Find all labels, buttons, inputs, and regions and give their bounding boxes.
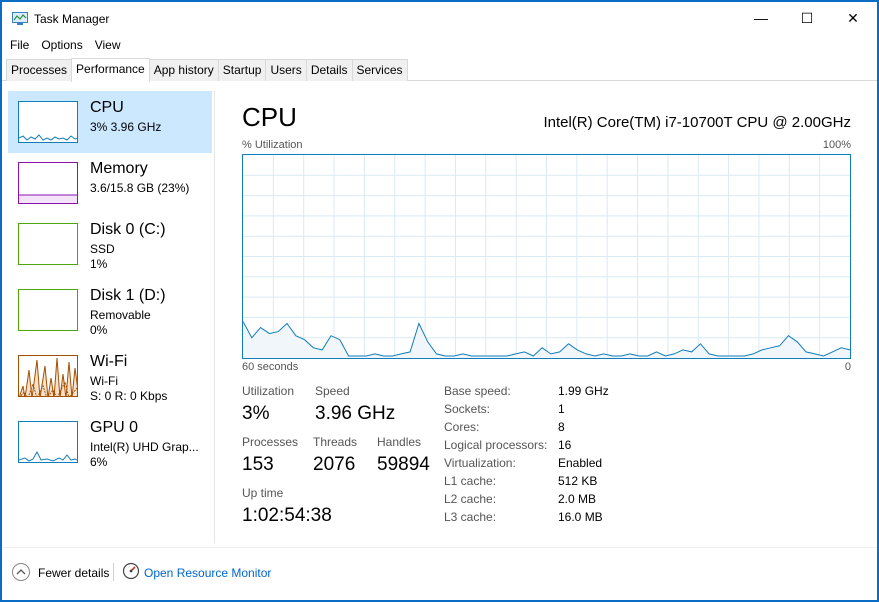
logical-processors-value: 16 [558, 438, 572, 452]
graph-x-right-label: 0 [844, 361, 851, 373]
utilization-value: 3% [242, 403, 270, 424]
sidebar-item-gpu-0[interactable]: GPU 0 Intel(R) UHD Grap... 6% [8, 411, 212, 473]
sidebar-item-detail: S: 0 R: 0 Kbps [90, 389, 168, 403]
graph-y-axis-label: % Utilization [242, 139, 303, 151]
sidebar-item-detail: Intel(R) UHD Grap... [90, 440, 199, 454]
l1-cache-label: L1 cache: [444, 474, 497, 488]
uptime-label: Up time [242, 486, 284, 500]
menu-options[interactable]: Options [35, 36, 88, 56]
wifi-thumbnail-graph [18, 355, 78, 397]
virtualization-value: Enabled [558, 456, 603, 470]
page-title: CPU [242, 102, 297, 132]
speed-label: Speed [315, 384, 350, 398]
footer-bar: Fewer details Open Resource Monitor [2, 558, 877, 584]
sidebar-item-name: CPU [90, 99, 124, 116]
cores-label: Cores: [444, 420, 480, 434]
sidebar-item-name: Disk 1 (D:) [90, 287, 166, 304]
fewer-details-link[interactable]: Fewer details [38, 566, 109, 580]
graph-y-max-label: 100% [822, 139, 851, 151]
sidebar-item-detail: Removable [90, 308, 151, 322]
tab-processes[interactable]: Processes [6, 59, 73, 81]
cores-value: 8 [558, 420, 565, 434]
tab-services[interactable]: Services [351, 59, 408, 81]
sidebar-item-detail: 6% [90, 455, 108, 469]
tab-users[interactable]: Users [265, 59, 307, 81]
menu-bar: File Options View [2, 36, 127, 56]
speed-value: 3.96 GHz [315, 403, 396, 424]
window-title: Task Manager [34, 12, 110, 26]
tab-app-history[interactable]: App history [148, 59, 219, 81]
sidebar-item-cpu[interactable]: CPU 3% 3.96 GHz [8, 91, 212, 153]
sockets-value: 1 [558, 402, 565, 416]
l2-cache-value: 2.0 MB [558, 492, 597, 506]
sidebar-item-name: GPU 0 [90, 419, 139, 436]
threads-value: 2076 [313, 454, 356, 475]
close-button[interactable]: ✕ [830, 2, 876, 34]
tab-strip: Processes Performance App history Startu… [6, 58, 408, 82]
minimize-button[interactable]: — [738, 2, 784, 34]
processes-value: 153 [242, 454, 274, 475]
disk-1-thumbnail-graph [18, 289, 78, 331]
sidebar-item-detail: 3.6/15.8 GB (23%) [90, 181, 190, 195]
sidebar-item-wifi[interactable]: Wi-Fi Wi-Fi S: 0 R: 0 Kbps [8, 345, 212, 407]
cpu-thumbnail-graph [18, 101, 78, 143]
memory-thumbnail-graph [18, 162, 78, 204]
maximize-button[interactable]: ☐ [784, 2, 830, 34]
gpu-0-thumbnail-graph [18, 421, 78, 463]
sidebar-item-disk-0[interactable]: Disk 0 (C:) SSD 1% [8, 213, 212, 275]
sidebar-item-name: Memory [90, 160, 148, 177]
virtualization-label: Virtualization: [444, 456, 516, 470]
sockets-label: Sockets: [444, 402, 491, 416]
base-speed-label: Base speed: [444, 384, 511, 398]
task-manager-app-icon [12, 12, 28, 25]
footer-rule [2, 547, 877, 548]
sidebar-item-detail: 0% [90, 323, 108, 337]
processes-label: Processes [242, 435, 299, 449]
chevron-up-circle-icon[interactable] [12, 563, 30, 581]
base-speed-value: 1.99 GHz [558, 384, 609, 398]
tab-startup[interactable]: Startup [217, 59, 267, 81]
l3-cache-value: 16.0 MB [558, 510, 603, 524]
sidebar-item-detail: 1% [90, 257, 108, 271]
sidebar-item-detail: 3% 3.96 GHz [90, 120, 162, 134]
sidebar-item-name: Disk 0 (C:) [90, 221, 166, 238]
l3-cache-label: L3 cache: [444, 510, 497, 524]
cpu-utilization-graph-svg [243, 155, 850, 358]
menu-view[interactable]: View [89, 36, 127, 56]
title-bar[interactable]: Task Manager — ☐ ✕ [2, 2, 877, 34]
handles-label: Handles [377, 435, 422, 449]
cpu-model-name: Intel(R) Core(TM) i7-10700T CPU @ 2.00GH… [543, 114, 851, 131]
sidebar-item-memory[interactable]: Memory 3.6/15.8 GB (23%) [8, 152, 212, 214]
uptime-value: 1:02:54:38 [242, 505, 332, 526]
l1-cache-value: 512 KB [558, 474, 598, 488]
utilization-label: Utilization [242, 384, 295, 398]
tab-performance[interactable]: Performance [71, 58, 150, 82]
resource-sidebar: CPU 3% 3.96 GHz Memory 3.6/15.8 GB (23%)… [8, 91, 214, 491]
sidebar-item-name: Wi-Fi [90, 353, 128, 370]
cpu-utilization-graph [242, 154, 851, 359]
footer-separator [113, 563, 114, 581]
menu-file[interactable]: File [2, 36, 35, 56]
sidebar-item-detail: SSD [90, 242, 115, 256]
sidebar-item-detail: Wi-Fi [90, 374, 118, 388]
threads-label: Threads [313, 435, 358, 449]
tab-details[interactable]: Details [305, 59, 353, 81]
sidebar-item-disk-1[interactable]: Disk 1 (D:) Removable 0% [8, 279, 212, 341]
sidebar-divider [214, 91, 215, 543]
task-manager-window: Task Manager — ☐ ✕ File Options View Pro… [2, 2, 877, 600]
open-resource-monitor-link[interactable]: Open Resource Monitor [144, 566, 271, 580]
l2-cache-label: L2 cache: [444, 492, 497, 506]
handles-value: 59894 [377, 454, 430, 475]
logical-processors-label: Logical processors: [444, 438, 548, 452]
resource-monitor-icon[interactable] [122, 562, 140, 580]
graph-x-left-label: 60 seconds [242, 361, 299, 373]
disk-0-thumbnail-graph [18, 223, 78, 265]
